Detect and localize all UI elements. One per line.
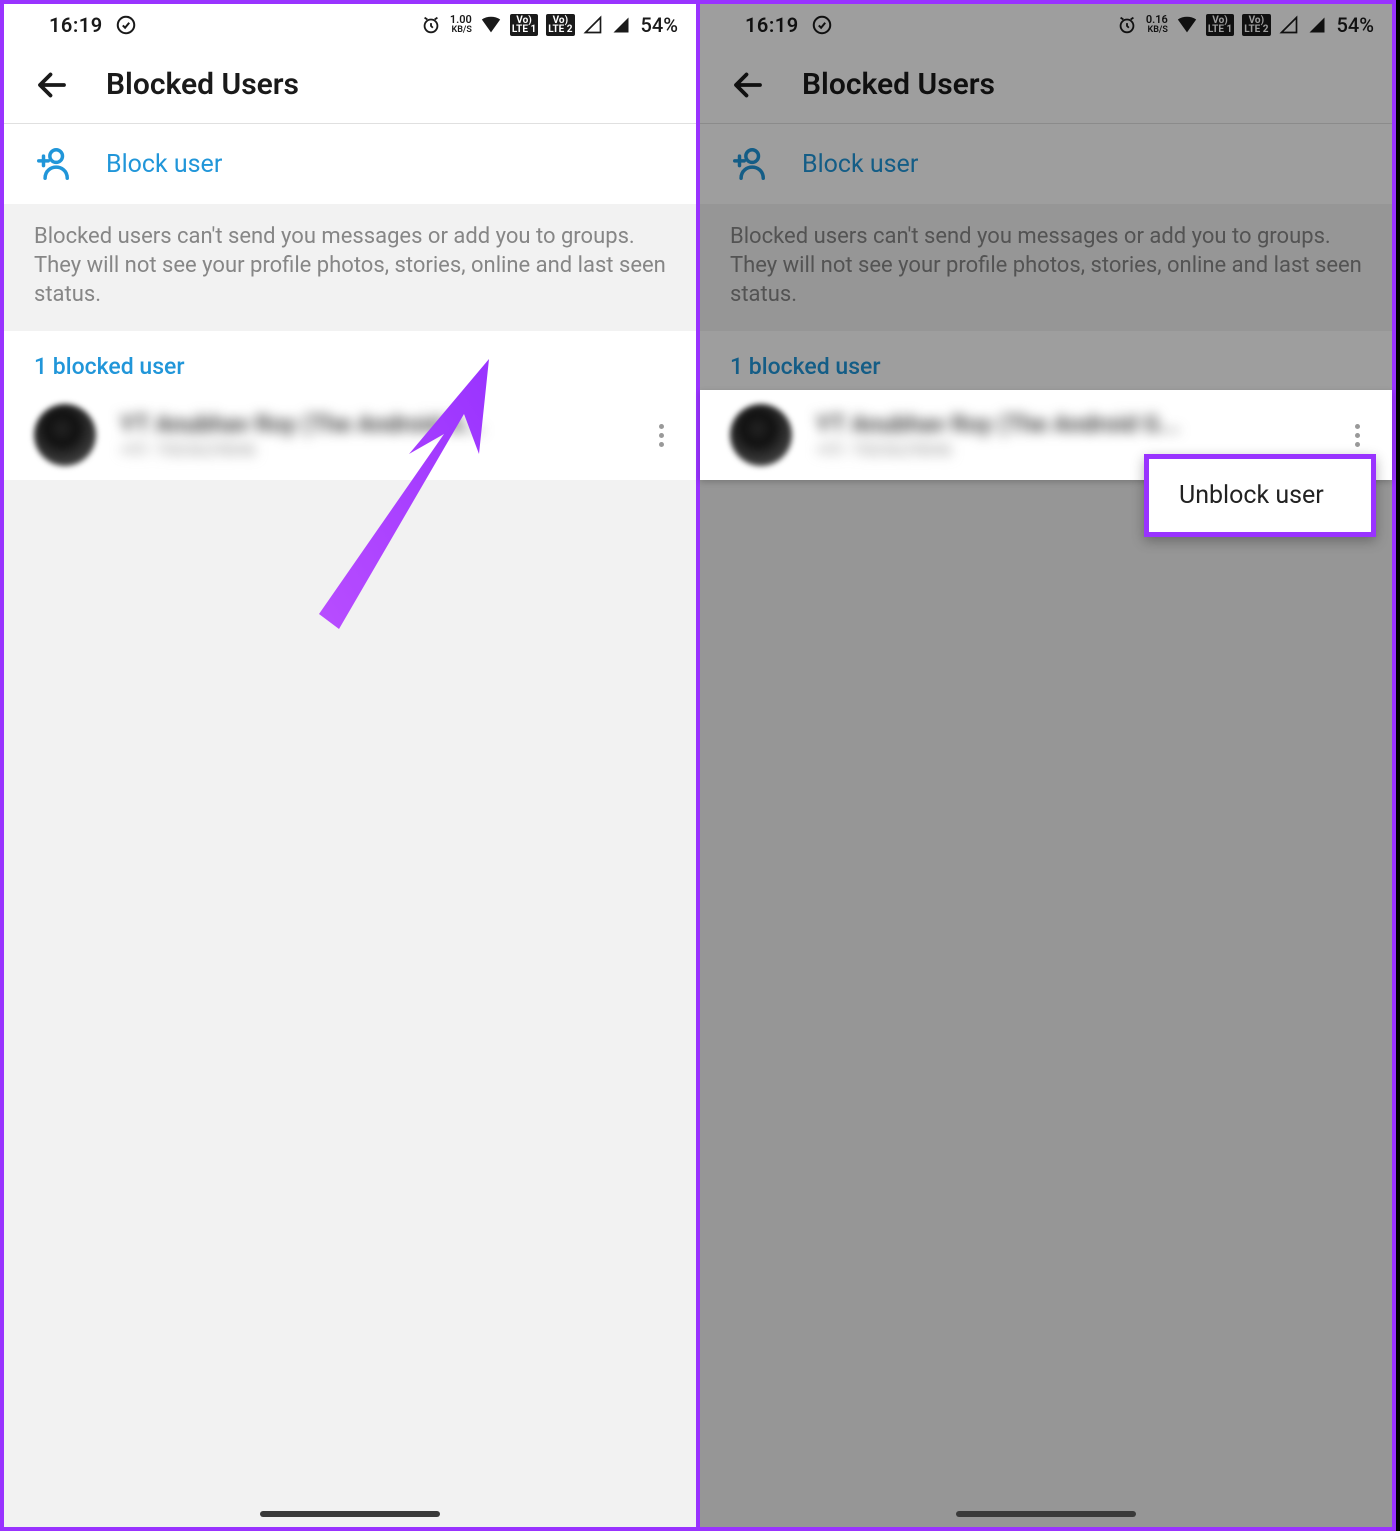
user-info: YT Anubhav Roy (The Android G... +91 700… [120,410,646,461]
user-name: YT Anubhav Roy (The Android G... [120,410,646,438]
more-options-icon[interactable] [1342,413,1372,457]
page-title: Blocked Users [802,67,995,102]
nav-handle[interactable] [956,1511,1136,1517]
avatar [730,404,792,466]
volte-badge-2: Vo) LTE 2 [1242,14,1270,36]
focus-mode-icon [115,14,137,36]
back-arrow-icon[interactable] [730,67,766,103]
wifi-icon [1176,14,1198,36]
signal-icon-1 [583,15,603,35]
empty-area [700,480,1392,1527]
phone-screenshot-left: 16:19 1.00 KB/S [0,0,698,1531]
nav-handle[interactable] [260,1511,440,1517]
section-title: 1 blocked user [700,331,1392,390]
status-time: 16:19 [49,13,103,37]
app-header: Blocked Users [700,46,1392,124]
back-arrow-icon[interactable] [34,67,70,103]
info-description: Blocked users can't send you messages or… [700,204,1392,331]
section-title: 1 blocked user [4,331,696,390]
status-time: 16:19 [745,13,799,37]
more-options-icon[interactable] [646,413,676,457]
block-user-button[interactable]: Block user [700,124,1392,204]
focus-mode-icon [811,14,833,36]
blocked-user-row[interactable]: YT Anubhav Roy (The Android G... +91 700… [4,390,696,480]
empty-area [4,480,696,1527]
battery-percentage: 54% [641,13,678,37]
wifi-icon [480,14,502,36]
add-person-icon [730,145,768,183]
user-subtitle: +91 7003629846 [120,440,646,461]
user-info: YT Anubhav Roy (The Android G... +91 700… [816,410,1342,461]
block-user-button[interactable]: Block user [4,124,696,204]
context-menu: Unblock user [1144,454,1376,537]
add-person-icon [34,145,72,183]
volte-badge-2: Vo) LTE 2 [546,14,574,36]
volte-badge-1: Vo) LTE 1 [510,14,538,36]
avatar [34,404,96,466]
status-bar: 16:19 0.16 KB/S [700,4,1392,46]
alarm-icon [420,14,442,36]
network-speed: 1.00 KB/S [450,15,472,35]
phone-screenshot-right: 16:19 0.16 KB/S [698,0,1396,1531]
user-name: YT Anubhav Roy (The Android G... [816,410,1342,438]
battery-percentage: 54% [1337,13,1374,37]
status-bar: 16:19 1.00 KB/S [4,4,696,46]
block-user-label: Block user [802,150,918,179]
signal-icon-1 [1279,15,1299,35]
block-user-label: Block user [106,150,222,179]
volte-badge-1: Vo) LTE 1 [1206,14,1234,36]
app-header: Blocked Users [4,46,696,124]
alarm-icon [1116,14,1138,36]
signal-icon-2 [611,15,631,35]
info-description: Blocked users can't send you messages or… [4,204,696,331]
signal-icon-2 [1307,15,1327,35]
page-title: Blocked Users [106,67,299,102]
network-speed: 0.16 KB/S [1146,15,1168,35]
unblock-user-button[interactable]: Unblock user [1179,481,1341,510]
